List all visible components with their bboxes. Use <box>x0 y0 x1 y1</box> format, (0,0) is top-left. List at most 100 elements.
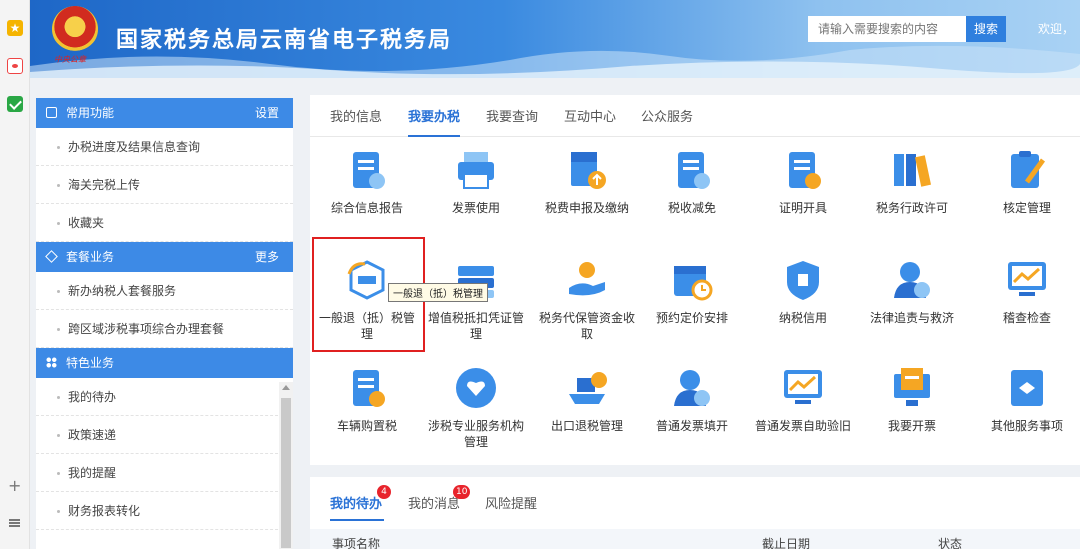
tab-my-messages[interactable]: 我的消息 10 <box>408 485 471 512</box>
report-doc-icon <box>345 148 389 192</box>
tab-my-todo[interactable]: 我的待办 4 <box>330 485 391 512</box>
sidebar-section-featured[interactable]: 特色业务 <box>36 348 293 378</box>
service-tile[interactable]: 预约定价安排 <box>640 258 744 326</box>
sidebar: 常用功能 设置 办税进度及结果信息查询 海关完税上传 收藏夹 套餐业务 更多 新… <box>36 98 293 549</box>
tax-reduction-icon <box>670 148 714 192</box>
service-label: 税费申报及缴纳 <box>544 201 629 215</box>
section-title: 常用功能 <box>66 106 115 120</box>
service-tile[interactable]: 稽查检查 <box>975 258 1079 326</box>
weibo-icon[interactable] <box>7 58 23 74</box>
invoice-monitor-icon <box>890 366 934 410</box>
site-title: 国家税务总局云南省电子税务局 <box>116 28 453 53</box>
service-tile[interactable]: 发票使用 <box>424 148 528 216</box>
section-title: 套餐业务 <box>66 250 115 264</box>
sidebar-section-package[interactable]: 套餐业务 更多 <box>36 242 293 272</box>
hand-coin-icon <box>565 258 609 302</box>
tab-my-info[interactable]: 我的信息 <box>330 106 382 137</box>
service-tile[interactable]: 纳税信用 <box>751 258 855 326</box>
sidebar-item[interactable]: 新办纳税人套餐服务 <box>36 272 293 310</box>
sidebar-item[interactable]: 财务报表转化 <box>36 492 293 530</box>
tab-public-service[interactable]: 公众服务 <box>641 106 693 137</box>
service-label: 预约定价安排 <box>655 311 728 325</box>
service-label: 其他服务事项 <box>990 419 1063 433</box>
settings-link[interactable]: 设置 <box>255 98 279 128</box>
law-person-icon <box>890 258 934 302</box>
service-tile[interactable]: 车辆购置税 <box>315 366 419 434</box>
sidebar-item[interactable]: 收藏夹 <box>36 204 293 242</box>
scrollbar-thumb[interactable] <box>281 398 291 548</box>
service-label: 综合信息报告 <box>330 201 403 215</box>
search-input[interactable] <box>808 16 966 42</box>
service-label: 普通发票填开 <box>655 419 728 433</box>
sidebar-item[interactable]: 跨区域涉税事项综合办理套餐 <box>36 310 293 348</box>
sidebar-item[interactable]: 政策速递 <box>36 416 293 454</box>
service-tile[interactable]: 税务代保管资金收取 <box>535 258 639 342</box>
service-tile[interactable]: 普通发票填开 <box>640 366 744 434</box>
service-tile[interactable]: 涉税专业服务机构管理 <box>424 366 528 450</box>
service-label: 纳税信用 <box>778 311 827 325</box>
service-label: 出口退税管理 <box>550 419 623 433</box>
service-tile[interactable]: 普通发票自助验旧 <box>751 366 855 434</box>
tab-label: 风险提醒 <box>485 497 538 512</box>
service-label: 发票使用 <box>451 201 500 215</box>
credit-shield-icon <box>781 258 825 302</box>
sidebar-item[interactable]: 我的提醒 <box>36 454 293 492</box>
add-icon[interactable]: + <box>8 476 21 495</box>
favorites-star-icon[interactable]: ★ <box>7 20 23 36</box>
active-tab-underline <box>330 519 384 521</box>
service-label: 我要开票 <box>887 419 936 433</box>
service-tile[interactable]: 出口退税管理 <box>535 366 639 434</box>
invoice-person-icon <box>670 366 714 410</box>
tax-emblem-icon <box>52 6 98 52</box>
more-link[interactable]: 更多 <box>255 242 279 272</box>
service-tile[interactable]: 我要开票 <box>860 366 964 434</box>
scroll-up-arrow-icon[interactable] <box>282 385 290 390</box>
service-tile[interactable]: 税费申报及缴纳 <box>535 148 639 216</box>
window-icon <box>46 107 57 118</box>
mail-icon[interactable] <box>7 96 23 112</box>
service-tile[interactable]: 法律追责与救济 <box>860 258 964 326</box>
sidebar-item[interactable]: 海关完税上传 <box>36 166 293 204</box>
service-label: 车辆购置税 <box>336 419 397 433</box>
calendar-clock-icon <box>670 258 714 302</box>
service-label: 税收减免 <box>667 201 716 215</box>
service-label: 核定管理 <box>1002 201 1051 215</box>
certificate-icon <box>781 148 825 192</box>
service-tile[interactable]: 税务行政许可 <box>860 148 964 216</box>
search-button[interactable]: 搜索 <box>966 16 1006 42</box>
ship-export-icon <box>565 366 609 410</box>
heart-hand-icon <box>454 366 498 410</box>
layers-icon <box>45 250 58 263</box>
service-label: 税务行政许可 <box>875 201 948 215</box>
service-tile[interactable]: 税收减免 <box>640 148 744 216</box>
service-label: 税务代保管资金收取 <box>538 311 635 341</box>
menu-list-icon[interactable] <box>9 519 20 527</box>
welcome-text: 欢迎， <box>1038 22 1075 36</box>
message-count-badge: 10 <box>453 485 471 499</box>
main-tabs: 我的信息 我要办税 我要查询 互动中心 公众服务 <box>310 95 1080 137</box>
site-header: 中央公章 国家税务总局云南省电子税务局 搜索 欢迎， <box>30 0 1080 78</box>
todo-panel: 我的待办 4 我的消息 10 风险提醒 事项名称 截止日期 状态 <box>310 477 1080 549</box>
tab-risk-alert[interactable]: 风险提醒 <box>485 493 537 512</box>
browser-sidebar: ★ + <box>0 0 30 549</box>
service-tile[interactable]: 综合信息报告 <box>315 148 419 216</box>
emblem-signature: 中央公章 <box>54 55 86 64</box>
service-label: 普通发票自助验旧 <box>754 419 851 433</box>
declare-upload-icon <box>565 148 609 192</box>
tab-query[interactable]: 我要查询 <box>486 106 538 137</box>
sidebar-item[interactable]: 我的待办 <box>36 378 293 416</box>
service-label: 涉税专业服务机构管理 <box>427 419 524 449</box>
tab-label: 我的消息 <box>408 497 461 512</box>
service-tile[interactable]: 其他服务事项 <box>975 366 1079 434</box>
tab-label: 我的待办 <box>330 497 383 512</box>
tab-interaction[interactable]: 互动中心 <box>564 106 616 137</box>
service-tile[interactable]: 证明开具 <box>751 148 855 216</box>
other-layers-icon <box>1005 366 1049 410</box>
tab-tax-handling[interactable]: 我要办税 <box>408 106 461 137</box>
clipboard-edit-icon <box>1005 148 1049 192</box>
column-header: 事项名称 <box>332 537 381 549</box>
service-label: 稽查检查 <box>1002 311 1051 325</box>
sidebar-section-common[interactable]: 常用功能 设置 <box>36 98 293 128</box>
service-tile[interactable]: 核定管理 <box>975 148 1079 216</box>
sidebar-item[interactable]: 办税进度及结果信息查询 <box>36 128 293 166</box>
